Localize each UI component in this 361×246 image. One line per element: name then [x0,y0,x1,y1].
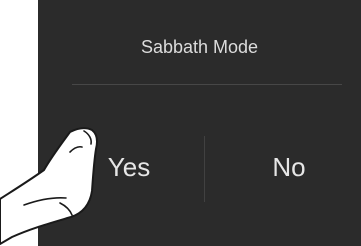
screen: Sabbath Mode Yes No [0,0,361,246]
yes-button[interactable]: Yes [84,145,174,189]
no-button[interactable]: No [244,145,334,189]
title-divider [72,84,342,85]
dialog-title: Sabbath Mode [140,37,259,57]
button-divider [204,136,205,202]
sabbath-mode-dialog: Sabbath Mode Yes No [38,0,361,246]
